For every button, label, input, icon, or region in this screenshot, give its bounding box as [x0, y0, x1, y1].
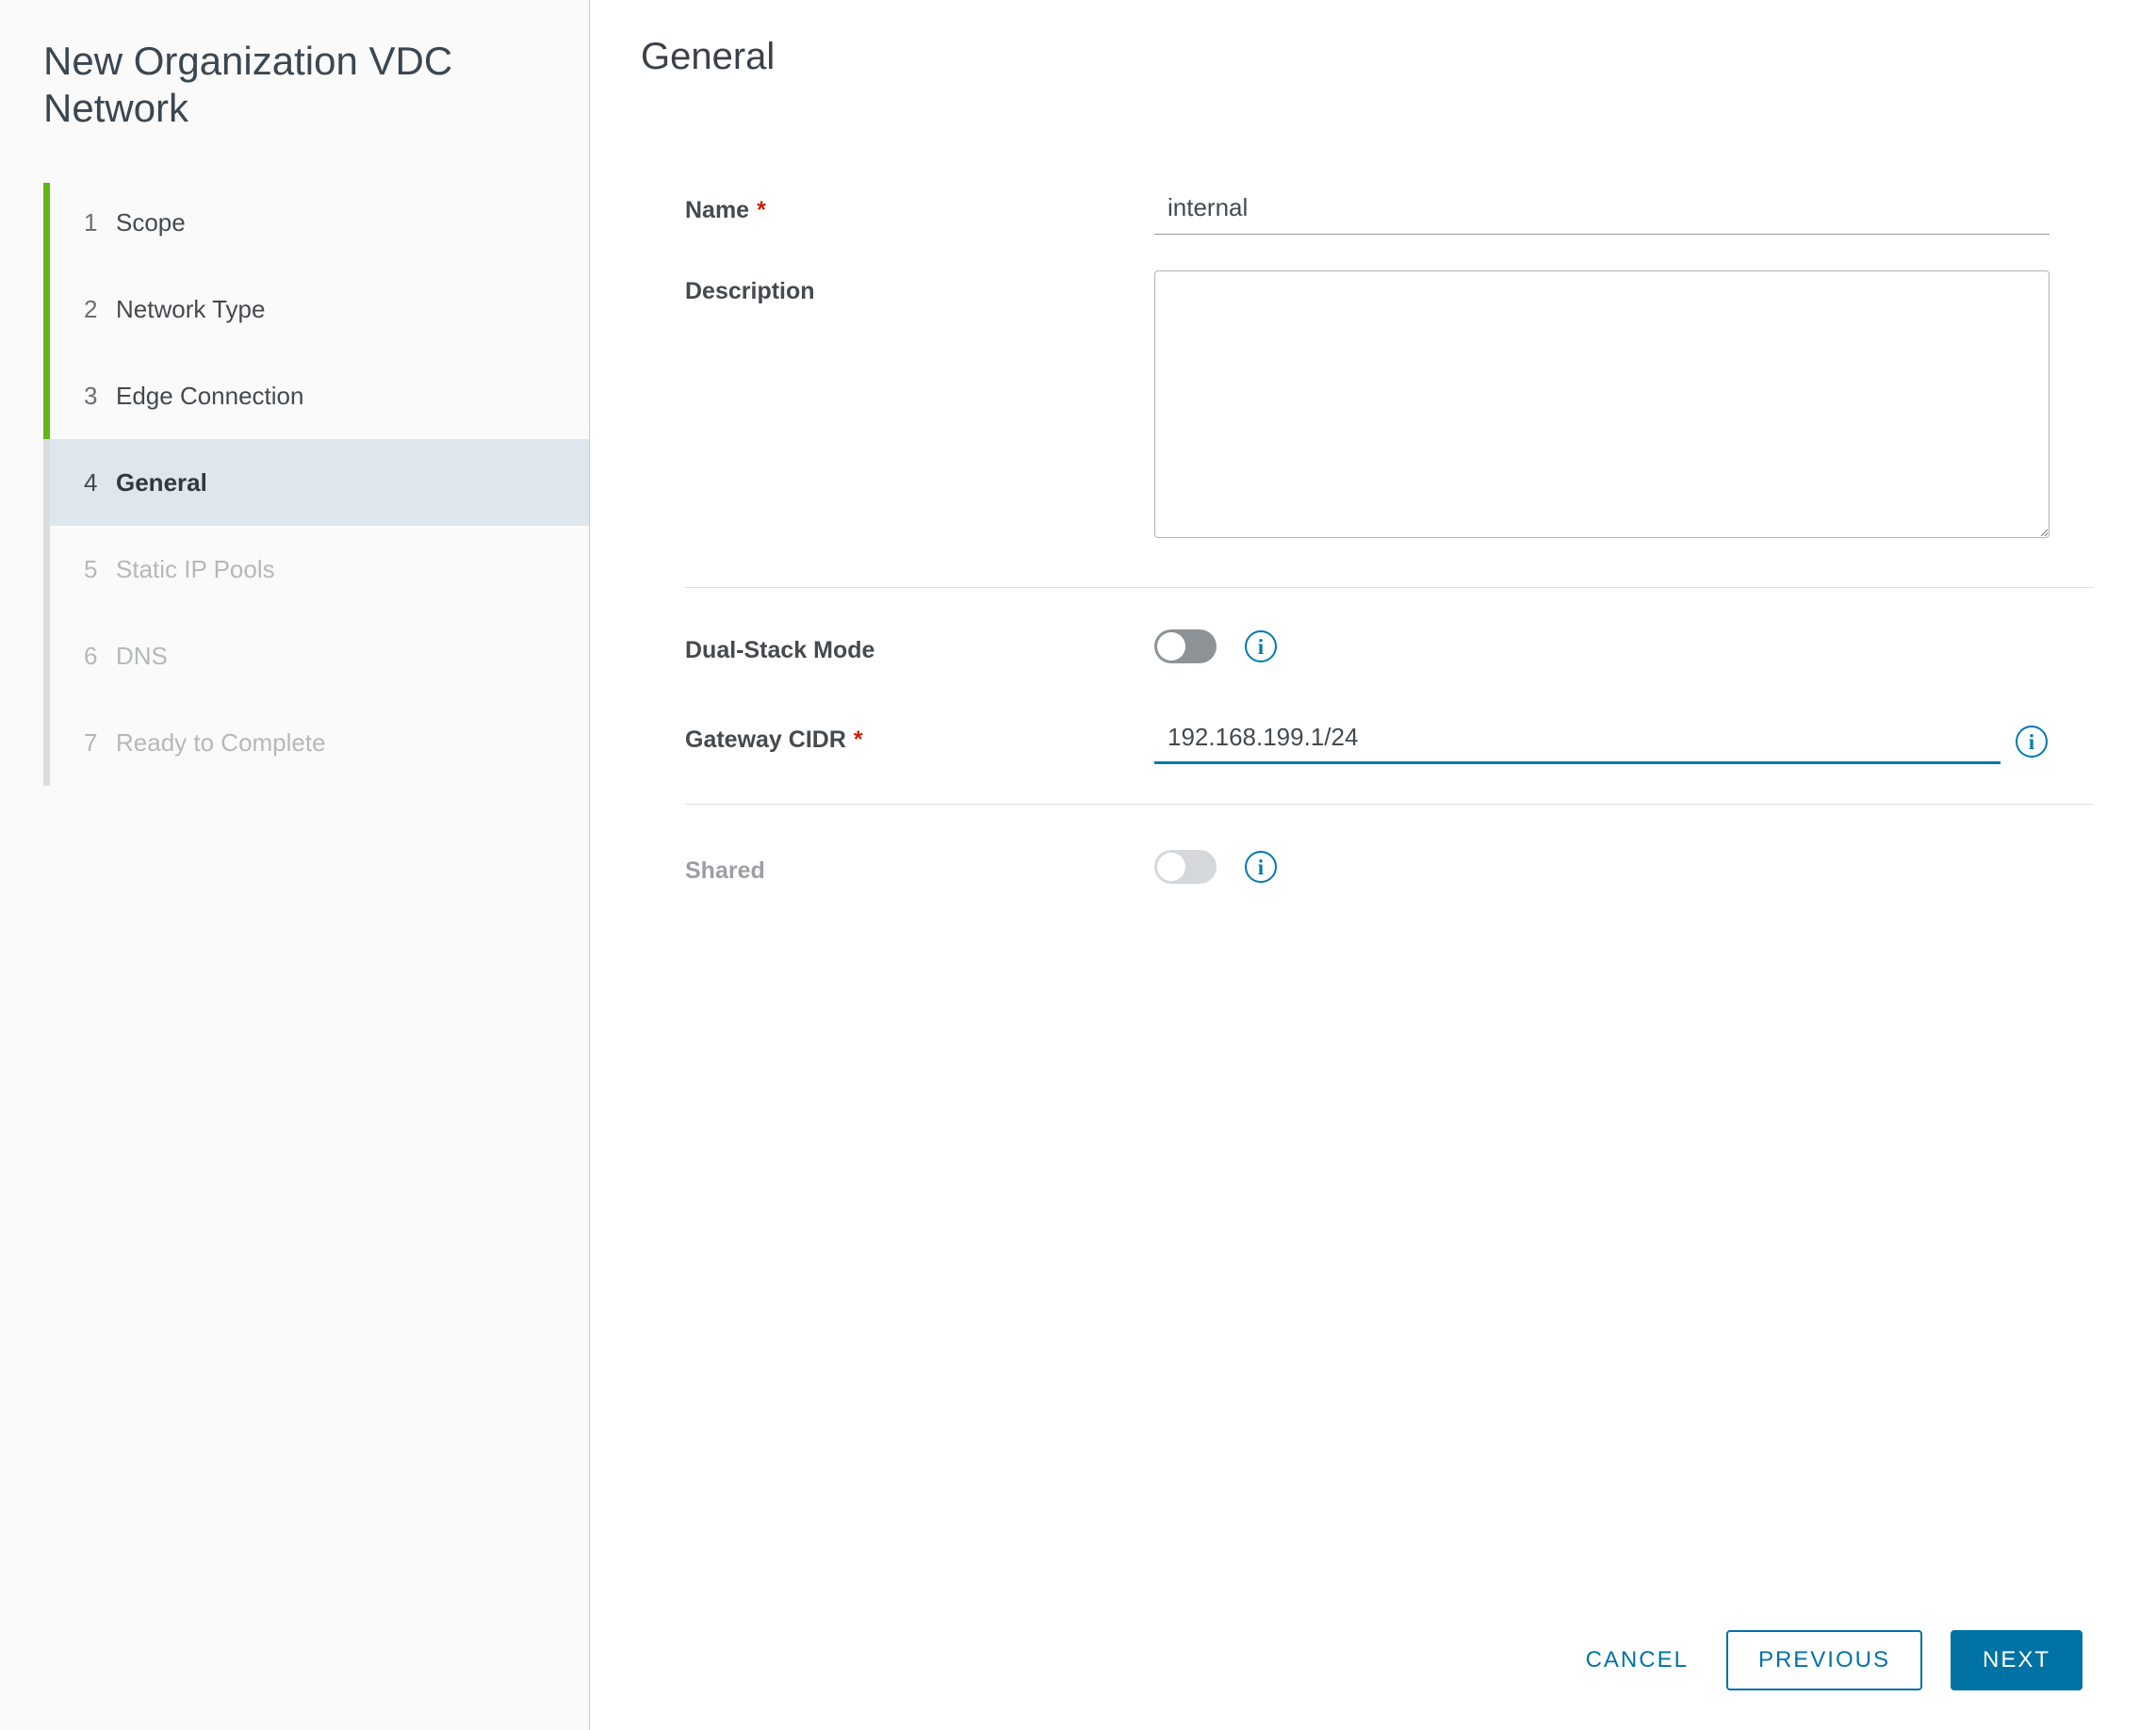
sidebar-step-dns: 6 DNS — [50, 612, 589, 699]
dual-stack-row: Dual-Stack Mode — [685, 629, 2096, 664]
step-label: General — [116, 467, 207, 497]
step-number: 4 — [84, 467, 98, 497]
description-row: Description — [685, 270, 2096, 538]
shared-info-icon[interactable] — [1245, 851, 1277, 883]
sidebar-step-edge-connection[interactable]: 3 Edge Connection — [50, 352, 589, 439]
sidebar-step-general[interactable]: 4 General — [50, 439, 589, 526]
step-label: Edge Connection — [116, 381, 304, 410]
step-label: Network Type — [116, 294, 266, 323]
next-button[interactable]: NEXT — [1950, 1630, 2082, 1690]
previous-button[interactable]: PREVIOUS — [1725, 1630, 1922, 1690]
required-marker: * — [757, 197, 766, 223]
step-label: Ready to Complete — [116, 727, 326, 757]
shared-row: Shared — [685, 850, 2096, 885]
name-row: Name * — [685, 189, 2096, 235]
wizard-content: General Name* Description — [590, 0, 2156, 1730]
wizard-footer: CANCEL PREVIOUS NEXT — [1576, 1630, 2082, 1690]
step-label: Scope — [116, 207, 186, 237]
step-number: 6 — [84, 641, 98, 670]
wizard-title: New Organization VDC Network — [43, 39, 453, 130]
section-divider — [685, 804, 2094, 805]
general-form: Name* Description Dual-Stack Mode — [685, 189, 2096, 885]
sidebar-step-scope[interactable]: 1 Scope — [50, 179, 589, 266]
gateway-cidr-info-icon[interactable] — [2016, 726, 2048, 758]
sidebar-step-network-type[interactable]: 2 Network Type — [50, 266, 589, 352]
section-divider — [685, 587, 2094, 588]
required-marker: * — [853, 726, 863, 753]
gateway-cidr-input[interactable] — [1154, 719, 2001, 764]
step-number: 1 — [84, 207, 98, 237]
step-number: 5 — [84, 554, 98, 583]
description-textarea[interactable] — [1154, 270, 2050, 538]
wizard-dialog: New Organization VDC Network 1 Scope 2 N… — [0, 0, 2156, 1730]
shared-label: Shared — [685, 857, 765, 884]
wizard-steps: 1 Scope 2 Network Type 3 Edge Connection… — [43, 179, 589, 786]
sidebar-step-ready-to-complete: 7 Ready to Complete — [50, 699, 589, 786]
step-number: 2 — [84, 294, 98, 323]
dual-stack-label: Dual-Stack Mode — [685, 637, 875, 663]
step-label: DNS — [116, 641, 168, 670]
step-progress-fill — [43, 183, 50, 439]
wizard-sidebar: New Organization VDC Network 1 Scope 2 N… — [0, 0, 590, 1730]
step-label: Static IP Pools — [116, 554, 275, 583]
shared-toggle[interactable] — [1154, 850, 1217, 884]
cancel-button[interactable]: CANCEL — [1576, 1630, 1698, 1690]
page-title: General — [641, 36, 776, 77]
name-label: Name * — [685, 197, 766, 223]
gateway-cidr-label: Gateway CIDR * — [685, 726, 863, 753]
gateway-cidr-row: Gateway CIDR * — [685, 719, 2096, 764]
name-input[interactable] — [1154, 189, 2050, 235]
dual-stack-toggle[interactable] — [1154, 629, 1217, 663]
description-label: Description — [685, 278, 815, 304]
step-number: 3 — [84, 381, 98, 410]
dual-stack-info-icon[interactable] — [1245, 630, 1277, 662]
step-progress-track — [43, 183, 50, 786]
toggle-knob — [1157, 632, 1185, 661]
sidebar-step-static-ip-pools: 5 Static IP Pools — [50, 526, 589, 612]
toggle-knob — [1157, 853, 1185, 881]
step-number: 7 — [84, 727, 98, 757]
